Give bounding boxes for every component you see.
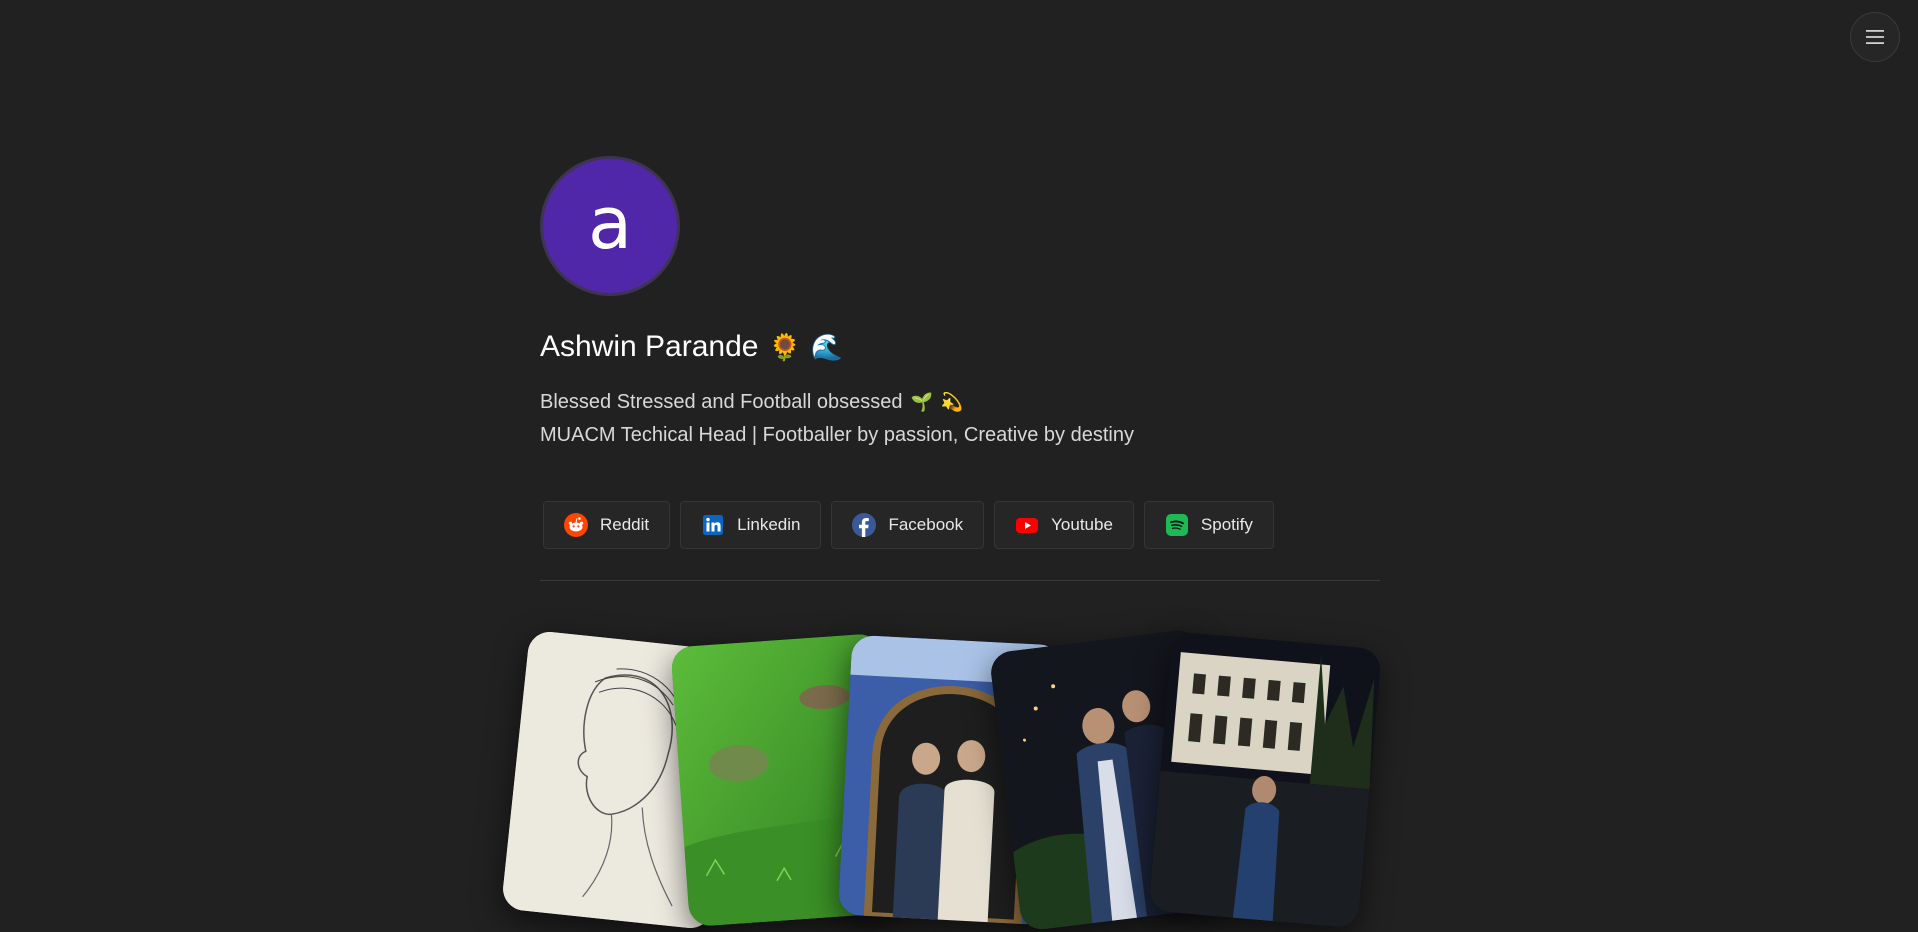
night-building-photo[interactable] [1148,631,1382,929]
photo-gallery [0,0,1918,932]
